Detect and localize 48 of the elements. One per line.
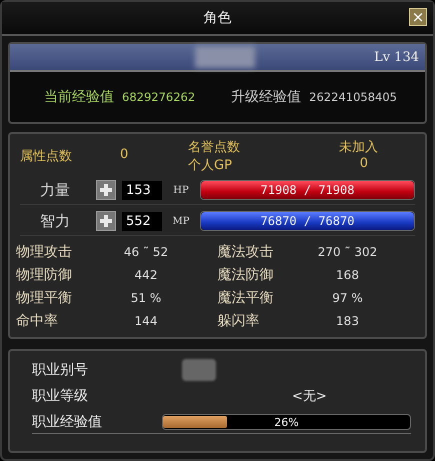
honor-value: 未加入 [339, 139, 378, 156]
close-button[interactable]: × [409, 8, 427, 26]
job-grade-label: 职业等级 [32, 387, 89, 405]
attribute-label: 物理平衡 [16, 289, 73, 307]
plus-button[interactable] [96, 211, 116, 231]
job-exp-label: 职业经验值 [32, 413, 103, 431]
attribute-value: 51 % [130, 291, 162, 305]
experience-value: 6829276262 [122, 90, 196, 104]
attribute-points-value: 0 [120, 147, 130, 162]
attribute-value: 97 % [331, 291, 364, 305]
attribute-label: 魔法防御 [218, 266, 274, 284]
experience-value: 262241058405 [309, 90, 397, 104]
bar-value: 71908 / 71908 [260, 183, 354, 197]
attribute-value: 168 [335, 268, 360, 282]
blurred-name [195, 46, 255, 68]
attribute-label: 魔法攻击 [218, 243, 274, 261]
bar-label: MP [172, 216, 190, 226]
attribute-value: 46 ˜ 52 [122, 245, 170, 259]
attribute-points-label: 属性点数 [20, 148, 73, 165]
attribute-label: 躲闪率 [218, 312, 260, 330]
experience-label: 当前经验值 [44, 88, 114, 106]
experience-label: 升级经验值 [231, 88, 302, 106]
job-grade-value: <无> [292, 388, 327, 405]
attribute-value: 183 [335, 314, 360, 328]
attribute-value: 442 [134, 268, 158, 282]
plus-icon [99, 183, 113, 197]
attribute-label: 物理攻击 [16, 243, 73, 261]
plus-icon [99, 214, 113, 228]
bar-value: 76870 / 76870 [260, 214, 354, 228]
gp-label: 个人GP [188, 157, 232, 174]
attribute-value: 144 [134, 314, 158, 328]
attribute-label: 魔法平衡 [218, 289, 274, 307]
stat-label: 力量 [39, 180, 71, 200]
attribute-value: 270 ˜ 302 [316, 245, 378, 259]
honor-label: 名誉点数 [188, 139, 240, 156]
gp-value: 0 [360, 156, 368, 173]
blurred-alias [182, 359, 216, 381]
job-alias-label: 职业别号 [32, 361, 89, 379]
bar-label: HP [172, 184, 190, 196]
stat-value: 552 [122, 212, 162, 230]
job-exp-value: 26% [274, 416, 299, 428]
attribute-label: 命中率 [16, 312, 59, 330]
stat-label: 智力 [39, 212, 71, 230]
window-title: 角色 [204, 9, 232, 27]
plus-button[interactable] [96, 180, 116, 200]
level-text: Lv 134 [374, 50, 419, 64]
attribute-label: 物理防御 [16, 266, 73, 284]
stat-value: 153 [122, 180, 162, 200]
